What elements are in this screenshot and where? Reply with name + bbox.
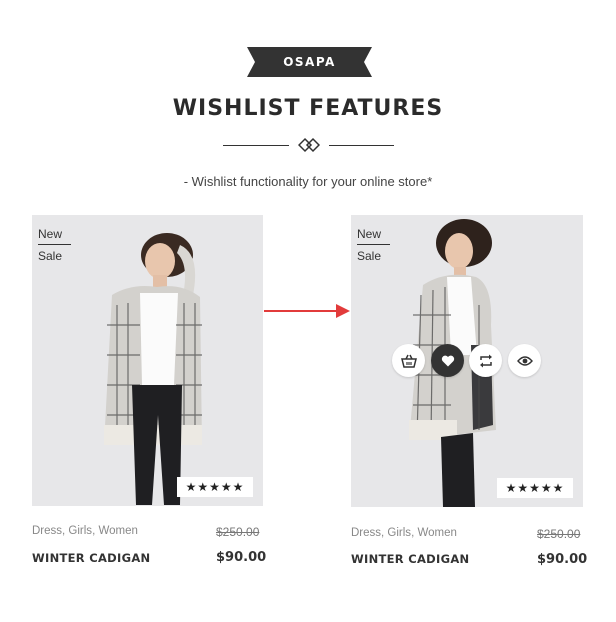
category-link[interactable]: Girls [387, 527, 411, 539]
badge-new: New [357, 227, 390, 245]
product-categories: Dress, Girls, Women [351, 527, 457, 539]
category-link[interactable]: Women [98, 525, 137, 537]
category-link[interactable]: Girls [68, 525, 92, 537]
compare-button[interactable] [469, 344, 502, 377]
basket-icon [400, 354, 417, 368]
star-rating: ★★★★★ [177, 477, 253, 497]
model-illustration [409, 219, 496, 507]
page-title: WISHLIST FEATURES [172, 96, 444, 121]
page-subtitle: - Wishlist functionality for your online… [183, 174, 433, 189]
divider-right [329, 145, 394, 146]
eye-icon [516, 355, 533, 366]
product-categories: Dress, Girls, Women [32, 525, 138, 537]
product-image[interactable]: New Sale ★★★★★ [32, 215, 263, 506]
brand-banner: OSAPA [247, 47, 372, 77]
model-illustration [104, 233, 202, 505]
heart-icon [441, 355, 454, 366]
quick-view-button[interactable] [508, 344, 541, 377]
old-price: $250.00 [537, 527, 581, 541]
add-to-cart-button[interactable] [392, 344, 425, 377]
product-price: $90.00 [216, 550, 267, 565]
category-link[interactable]: Dress [351, 527, 381, 539]
old-price: $250.00 [216, 525, 260, 539]
divider-diamond-icon [298, 137, 320, 153]
divider-left [223, 145, 289, 146]
arrow-right-icon [264, 304, 350, 318]
category-link[interactable]: Women [417, 527, 456, 539]
brand-label: OSAPA [283, 55, 336, 69]
compare-icon [479, 354, 492, 367]
product-price: $90.00 [537, 552, 588, 567]
product-name[interactable]: WINTER CADIGAN [351, 552, 469, 566]
category-link[interactable]: Dress [32, 525, 62, 537]
add-to-wishlist-button[interactable] [431, 344, 464, 377]
badge-new: New [38, 227, 71, 245]
badge-sale: Sale [357, 249, 382, 263]
star-rating: ★★★★★ [497, 478, 573, 498]
product-name[interactable]: WINTER CADIGAN [32, 551, 150, 565]
product-image[interactable]: New Sale ★★★★★ [351, 215, 583, 507]
badge-sale: Sale [38, 249, 63, 263]
